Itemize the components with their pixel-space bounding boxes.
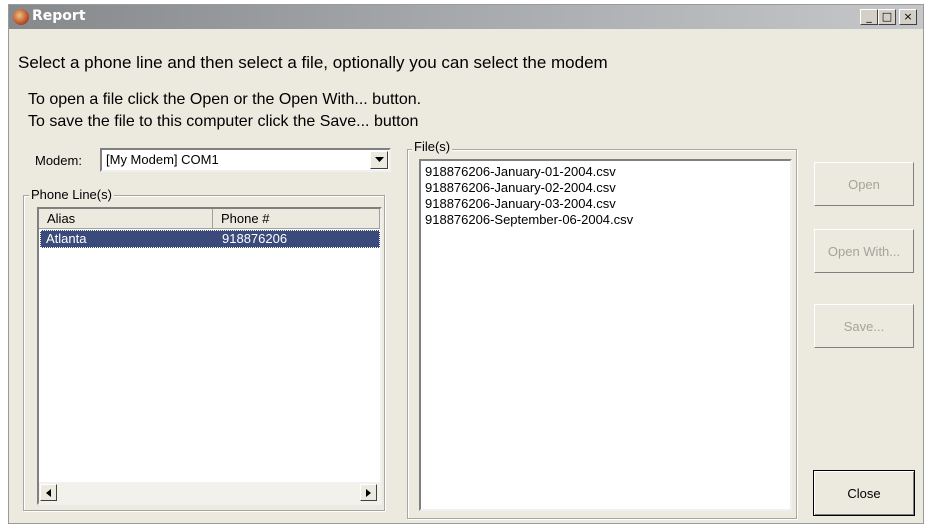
app-icon [13, 9, 29, 25]
close-window-button[interactable]: × [899, 9, 917, 25]
scroll-left-button[interactable] [40, 484, 57, 501]
instruction-line-3: To save the file to this computer click … [28, 113, 419, 130]
files-group-label: File(s) [412, 139, 453, 154]
column-header-phone[interactable]: Phone # [213, 209, 380, 229]
save-button[interactable]: Save... [814, 304, 914, 348]
modem-label: Modem: [35, 153, 82, 168]
title-bar[interactable]: Report _ □ × [9, 5, 923, 29]
scroll-right-button[interactable] [360, 484, 377, 501]
modem-select[interactable]: [My Modem] COM1 [100, 148, 391, 172]
chevron-down-icon [374, 157, 384, 162]
alias-cell: Atlanta [46, 231, 87, 246]
phone-cell: 918876206 [222, 231, 288, 246]
open-with-button[interactable]: Open With... [814, 229, 914, 273]
close-button[interactable]: Close [813, 470, 915, 516]
files-listbox[interactable]: 918876206-January-01-2004.csv 918876206-… [419, 159, 792, 511]
window-title: Report [32, 8, 86, 24]
maximize-button[interactable]: □ [878, 9, 896, 25]
column-header-alias[interactable]: Alias [39, 209, 213, 229]
modem-select-value: [My Modem] COM1 [106, 152, 219, 167]
report-window: Report _ □ × Select a phone line and the… [8, 4, 924, 524]
phone-lines-group-label: Phone Line(s) [29, 187, 114, 202]
horizontal-scrollbar[interactable] [39, 482, 380, 503]
dropdown-arrow-button[interactable] [370, 151, 388, 169]
phone-lines-listview[interactable]: Alias Phone # Atlanta 918876206 [37, 207, 382, 505]
open-button[interactable]: Open [814, 162, 914, 206]
list-item[interactable]: 918876206-January-01-2004.csv [425, 164, 616, 180]
list-item[interactable]: 918876206-January-03-2004.csv [425, 196, 616, 212]
instruction-line-2: To open a file click the Open or the Ope… [28, 91, 422, 108]
table-row[interactable]: Atlanta 918876206 [40, 230, 380, 248]
list-item[interactable]: 918876206-January-02-2004.csv [425, 180, 616, 196]
instruction-line-1: Select a phone line and then select a fi… [18, 53, 608, 72]
minimize-button[interactable]: _ [860, 9, 878, 25]
arrow-left-icon [46, 488, 51, 497]
arrow-right-icon [366, 488, 371, 497]
list-item[interactable]: 918876206-September-06-2004.csv [425, 212, 633, 228]
